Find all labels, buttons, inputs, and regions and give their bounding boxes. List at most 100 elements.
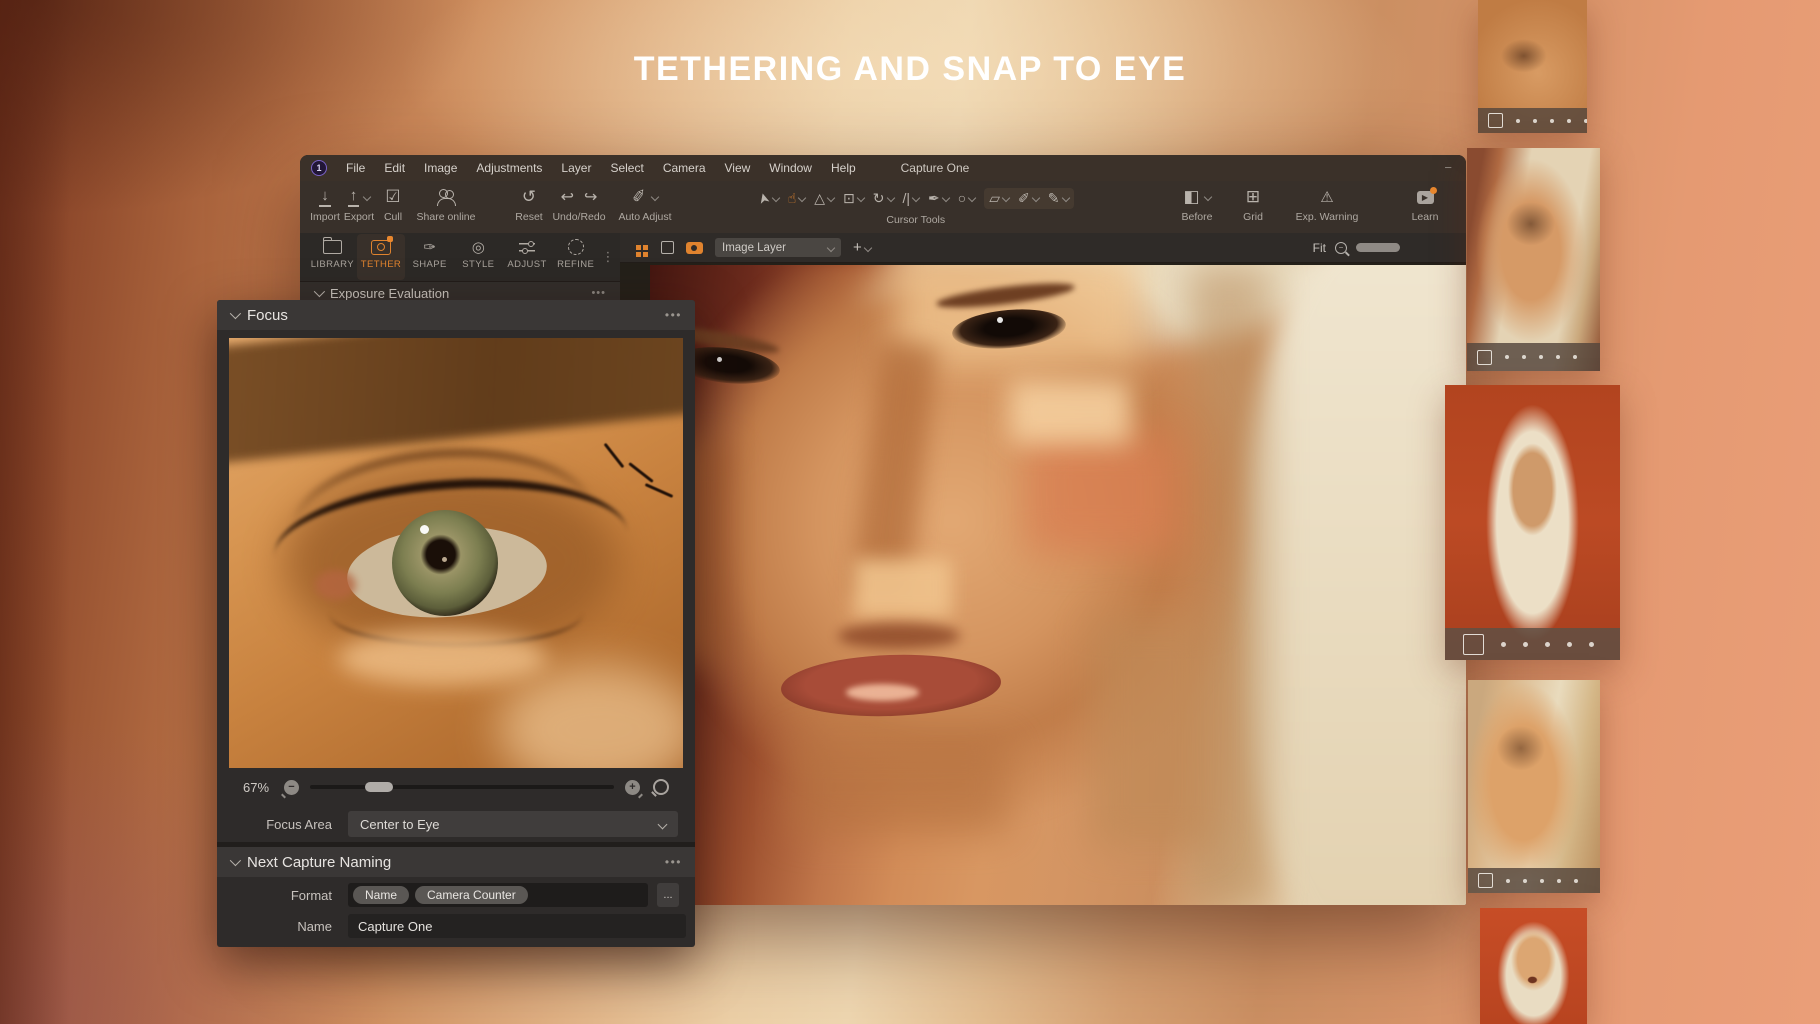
loupe-tool[interactable]: △ — [814, 190, 834, 207]
panel-more-icon[interactable]: ••• — [665, 308, 682, 322]
rating-dot[interactable] — [1550, 119, 1554, 123]
tab-library[interactable]: LIBRARY — [308, 234, 357, 280]
rating-dot[interactable] — [1539, 355, 1543, 359]
heal-circle-tool[interactable]: ○ — [958, 190, 975, 206]
spot-removal-tool[interactable]: ✒ — [928, 190, 949, 207]
menu-view[interactable]: View — [725, 161, 751, 175]
before-button[interactable]: ◧ Before — [1180, 185, 1214, 223]
format-token-field[interactable]: Name Camera Counter — [348, 883, 648, 907]
viewer-zoom-slider[interactable] — [1356, 243, 1400, 252]
zoom-slider-track[interactable] — [310, 785, 614, 789]
rating-dot[interactable] — [1573, 355, 1577, 359]
naming-panel-header[interactable]: Next Capture Naming ••• — [217, 847, 695, 877]
menu-file[interactable]: File — [346, 161, 365, 175]
rating-dot[interactable] — [1567, 119, 1571, 123]
rating-dot[interactable] — [1516, 119, 1520, 123]
redo-icon[interactable]: ↪ — [584, 187, 597, 207]
rating-dot[interactable] — [1505, 355, 1509, 359]
cull-button[interactable]: ☑ Cull — [376, 185, 410, 223]
rating-dot[interactable] — [1506, 879, 1510, 883]
menu-image[interactable]: Image — [424, 161, 457, 175]
rating-dot[interactable] — [1523, 642, 1528, 647]
portrait-photo[interactable] — [650, 265, 1466, 905]
undo-icon[interactable]: ↩ — [561, 187, 574, 207]
proof-eye-icon[interactable] — [686, 242, 703, 254]
export-button[interactable]: ↑ Export — [342, 185, 376, 223]
rotate-tool[interactable]: ↻ — [873, 190, 894, 207]
learn-button[interactable]: ▶ Learn — [1408, 185, 1442, 223]
rating-dot[interactable] — [1574, 879, 1578, 883]
draw-mask-tool[interactable]: ✐ — [1018, 190, 1039, 207]
rating-dot[interactable] — [1584, 119, 1587, 123]
layer-select[interactable]: Image Layer — [715, 238, 841, 257]
rating-dot[interactable] — [1540, 879, 1544, 883]
select-checkbox[interactable] — [1488, 113, 1503, 128]
zoom-slider-handle[interactable] — [365, 782, 393, 792]
panel-more-icon[interactable]: ••• — [665, 855, 682, 869]
filmstrip-thumbnail-5[interactable] — [1480, 908, 1587, 1024]
rating-dot[interactable] — [1522, 355, 1526, 359]
panel-more-icon[interactable]: ••• — [591, 287, 606, 299]
select-checkbox[interactable] — [1463, 634, 1484, 655]
rating-dot[interactable] — [1501, 642, 1506, 647]
zoom-out-icon[interactable]: − — [284, 780, 299, 795]
crop-tool[interactable]: ⊡ — [843, 190, 864, 207]
name-row: Name Capture One — [217, 914, 695, 947]
menu-adjustments[interactable]: Adjustments — [476, 161, 542, 175]
rating-dot[interactable] — [1533, 119, 1537, 123]
select-checkbox[interactable] — [1477, 350, 1492, 365]
pan-hand-tool[interactable]: ☝ — [788, 190, 806, 207]
focus-panel: Focus ••• 67% − + Foc — [217, 300, 695, 947]
menu-help[interactable]: Help — [831, 161, 856, 175]
zoom-in-icon[interactable]: + — [625, 780, 640, 795]
menu-layer[interactable]: Layer — [561, 161, 591, 175]
menu-camera[interactable]: Camera — [663, 161, 706, 175]
rating-dot[interactable] — [1545, 642, 1550, 647]
focus-panel-header[interactable]: Focus ••• — [217, 300, 695, 330]
multi-view-icon[interactable] — [636, 245, 641, 250]
filmstrip-thumbnail-2[interactable] — [1467, 148, 1600, 371]
cursor-arrow-tool[interactable]: ➤ — [758, 190, 779, 207]
tab-shape[interactable]: ✑ SHAPE — [405, 234, 454, 280]
single-view-icon[interactable] — [661, 241, 674, 254]
chevron-down-icon — [363, 193, 371, 201]
format-more-button[interactable]: ... — [657, 883, 679, 907]
filmstrip-thumbnail-3[interactable] — [1445, 385, 1620, 660]
zoom-out-icon[interactable]: − — [1335, 242, 1347, 254]
rating-dot[interactable] — [1523, 879, 1527, 883]
exposure-warning-button[interactable]: ⚠ Exp. Warning — [1292, 185, 1362, 223]
undo-redo-buttons[interactable]: ↩ ↪ Undo/Redo — [546, 185, 612, 223]
select-checkbox[interactable] — [1478, 873, 1493, 888]
straighten-tool[interactable]: /| — [903, 190, 920, 206]
magnifier-icon[interactable] — [653, 779, 669, 795]
rating-dot[interactable] — [1567, 642, 1572, 647]
tab-tether[interactable]: TETHER — [357, 234, 406, 280]
add-layer-button[interactable]: + — [853, 239, 871, 256]
rating-dot[interactable] — [1557, 879, 1561, 883]
menu-edit[interactable]: Edit — [384, 161, 405, 175]
filmstrip-thumbnail-4[interactable] — [1468, 680, 1600, 893]
token-camera-counter[interactable]: Camera Counter — [415, 886, 528, 904]
tab-refine[interactable]: REFINE — [551, 234, 600, 280]
auto-adjust-button[interactable]: ✐ Auto Adjust — [612, 185, 678, 223]
minimize-dash-icon[interactable]: − — [1444, 155, 1452, 181]
focus-area-select[interactable]: Center to Eye — [348, 811, 678, 837]
heal-pen-tool[interactable]: ✎ — [1048, 190, 1069, 207]
copy-adjustments-button[interactable]: ➤ Copy — [1464, 185, 1466, 223]
token-name[interactable]: Name — [353, 886, 409, 904]
import-button[interactable]: ↓ Import — [308, 185, 342, 223]
share-online-button[interactable]: Share online — [410, 185, 482, 223]
grid-button[interactable]: ⊞ Grid — [1236, 185, 1270, 223]
tab-adjust[interactable]: ADJUST — [503, 234, 552, 280]
rating-dot[interactable] — [1589, 642, 1594, 647]
menu-select[interactable]: Select — [610, 161, 643, 175]
rating-dot[interactable] — [1556, 355, 1560, 359]
filmstrip-thumbnail-1[interactable] — [1478, 0, 1587, 133]
tabs-overflow-icon[interactable]: ⋮ — [600, 249, 616, 265]
reset-button[interactable]: ↺ Reset — [512, 185, 546, 223]
viewer-area — [620, 263, 1466, 905]
name-input[interactable]: Capture One — [348, 914, 686, 938]
tab-style[interactable]: ◎ STYLE — [454, 234, 503, 280]
menu-window[interactable]: Window — [769, 161, 812, 175]
eraser-tool[interactable]: ▱ — [989, 190, 1009, 207]
